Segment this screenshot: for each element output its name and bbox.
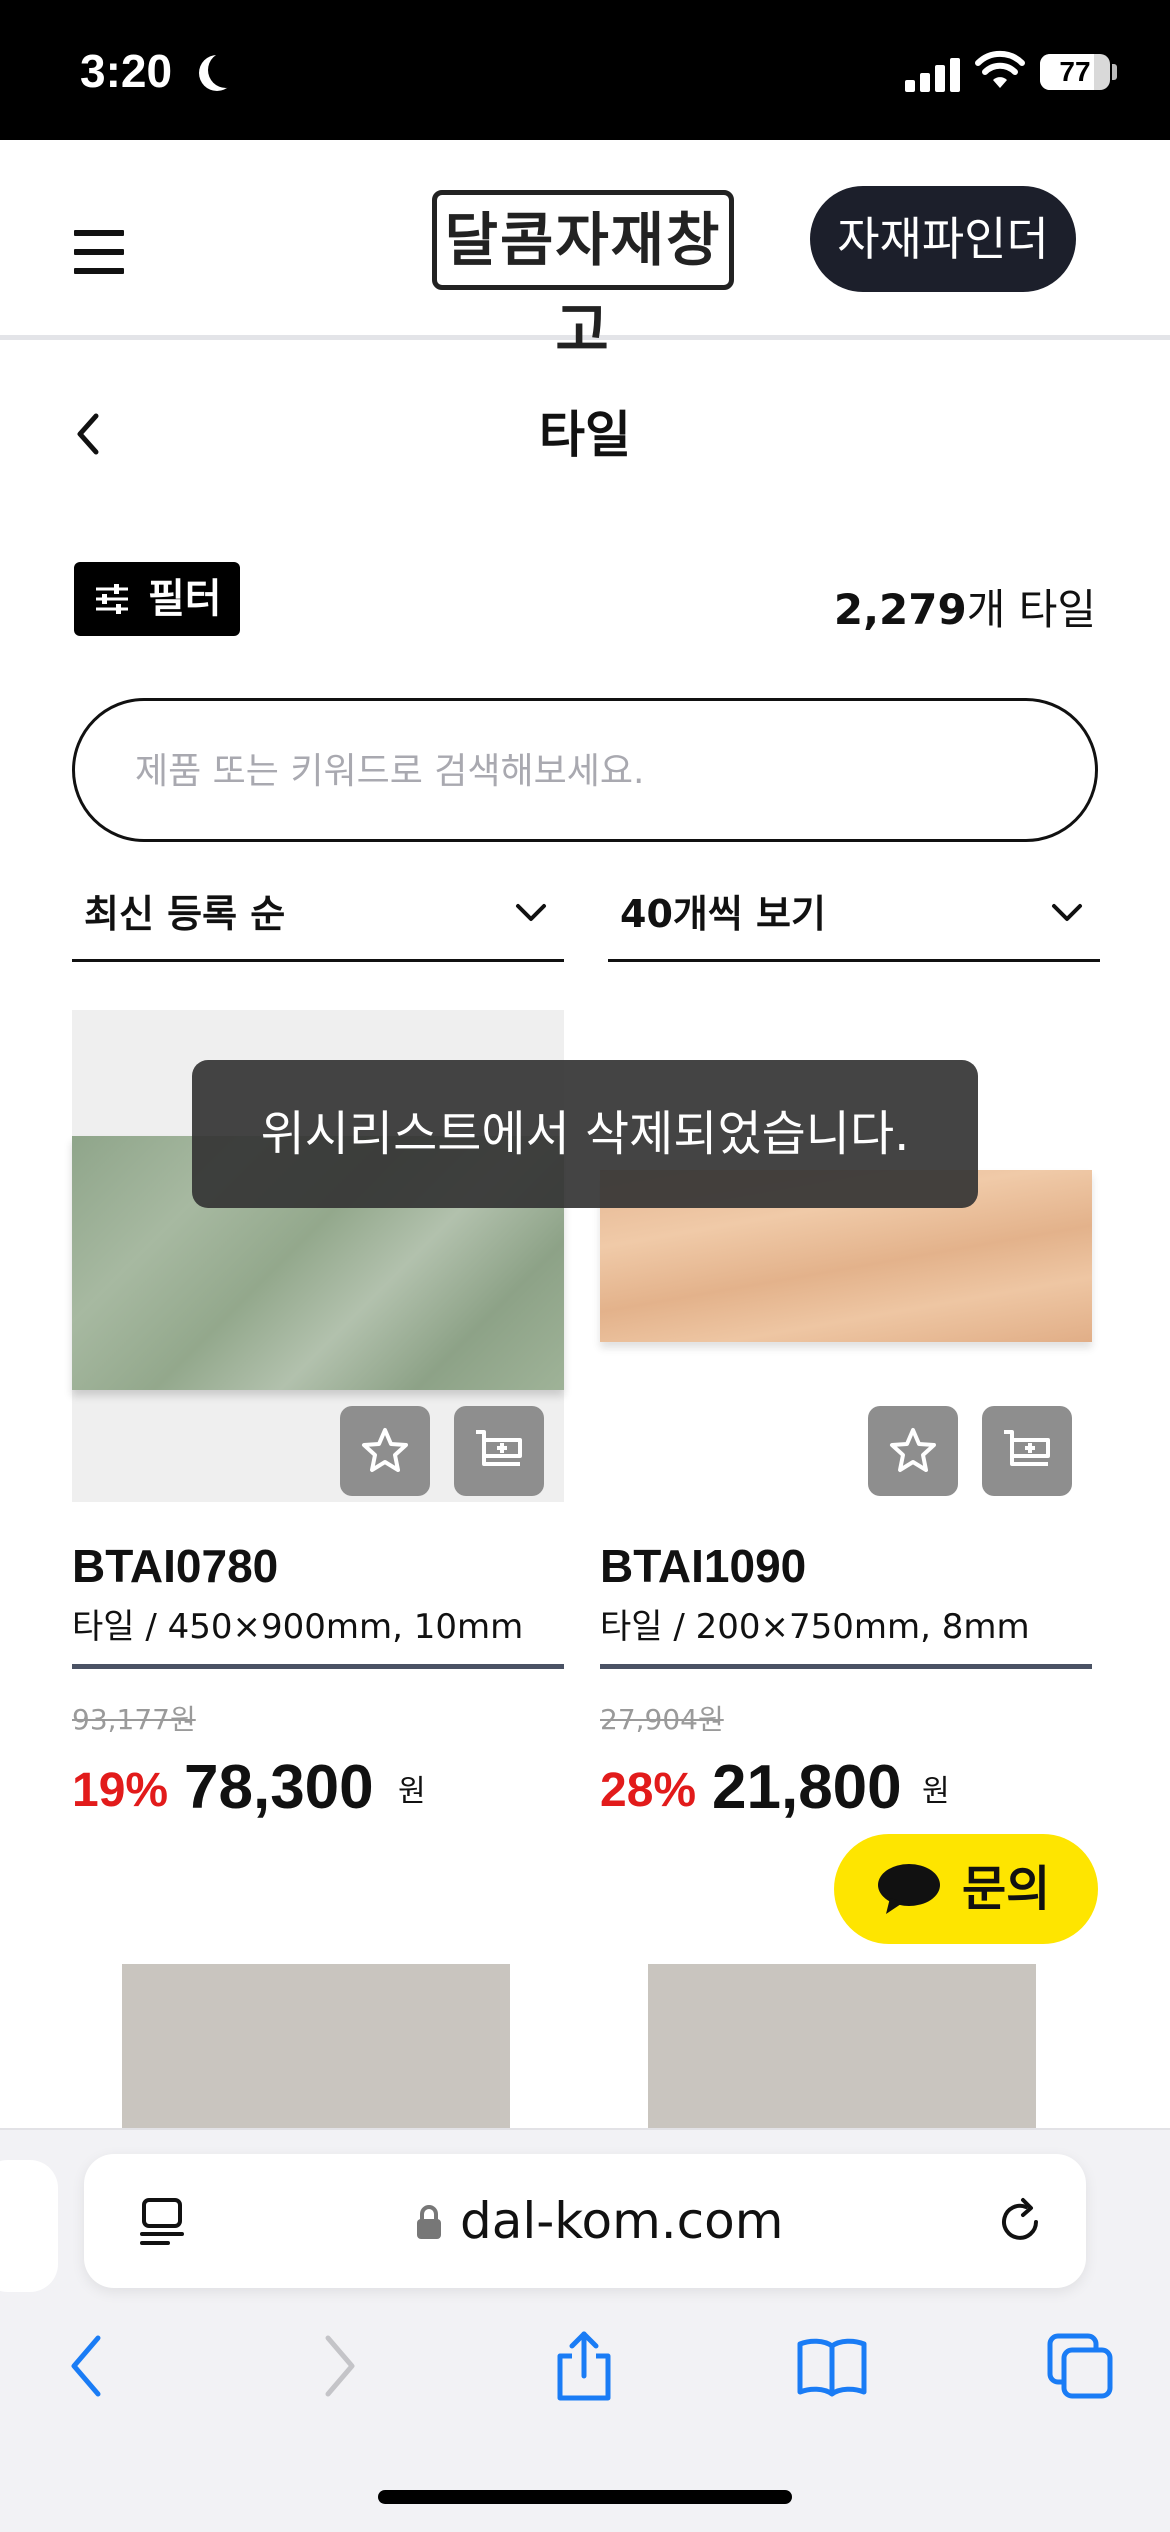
bookmarks-icon[interactable] — [796, 2330, 868, 2402]
original-price: 27,904원 — [600, 1703, 724, 1736]
previous-tab-peek[interactable] — [0, 2160, 58, 2292]
product-spec: 타일 / 450×900mm, 10mm — [72, 1607, 524, 1647]
battery-level: 77 — [1059, 56, 1091, 87]
add-to-cart-icon — [476, 1430, 522, 1466]
battery-icon: 77 — [1040, 54, 1110, 90]
chat-bubble-icon — [878, 1864, 940, 1914]
product-spec: 타일 / 200×750mm, 8mm — [600, 1607, 1030, 1647]
battery-tip — [1112, 64, 1117, 80]
wishlist-button[interactable] — [868, 1406, 958, 1496]
site-header: 달콤자재창고 자재파인더 — [0, 140, 1170, 364]
product-name[interactable]: BTAI0780 — [72, 1536, 278, 1596]
share-icon[interactable] — [548, 2330, 620, 2402]
home-indicator[interactable] — [378, 2490, 792, 2504]
wifi-icon — [975, 50, 1025, 88]
star-icon — [362, 1428, 408, 1472]
result-count-suffix: 개 타일 — [966, 585, 1096, 634]
per-page-select[interactable]: 40개씩 보기 — [608, 880, 1100, 962]
kakao-label: 문의 — [962, 1861, 1051, 1917]
site-logo[interactable]: 달콤자재창고 — [432, 190, 734, 364]
toast-message: 위시리스트에서 삭제되었습니다. — [192, 1060, 978, 1208]
filter-button[interactable]: 필터 — [74, 562, 240, 636]
search-box — [72, 698, 1098, 842]
kakao-inquiry-button[interactable]: 문의 — [834, 1834, 1098, 1944]
back-arrow-icon[interactable] — [52, 2330, 124, 2402]
status-bar: 3:20 77 — [0, 0, 1170, 140]
product-image[interactable] — [122, 1964, 510, 2134]
status-time: 3:20 — [80, 45, 173, 97]
page-title: 타일 — [539, 406, 631, 464]
cellular-signal-icon — [905, 56, 961, 92]
original-price: 93,177원 — [72, 1703, 196, 1736]
moon-icon — [208, 52, 244, 88]
filter-sliders-icon — [96, 584, 128, 614]
tabs-icon[interactable] — [1044, 2330, 1116, 2402]
material-finder-button[interactable]: 자재파인더 — [810, 186, 1076, 292]
result-count-number: 2,279 — [833, 585, 967, 634]
url-text: dal-kom.com — [460, 2192, 784, 2250]
wishlist-button[interactable] — [340, 1406, 430, 1496]
reload-icon[interactable] — [994, 2196, 1046, 2248]
star-icon — [890, 1428, 936, 1472]
hamburger-menu-icon[interactable] — [74, 230, 124, 274]
sort-selected: 최신 등록 순 — [84, 892, 286, 936]
add-to-cart-button[interactable] — [982, 1406, 1072, 1496]
discount-rate: 19% — [72, 1764, 169, 1817]
product-image[interactable] — [648, 1964, 1036, 2134]
sale-price: 78,300 — [184, 1753, 374, 1822]
discount-rate: 28% — [600, 1764, 697, 1817]
address-bar[interactable]: dal-kom.com — [84, 2154, 1086, 2288]
filter-label: 필터 — [148, 576, 222, 622]
sort-select[interactable]: 최신 등록 순 — [72, 880, 564, 962]
product-name[interactable]: BTAI1090 — [600, 1536, 806, 1596]
per-page-selected: 40개씩 보기 — [620, 892, 826, 936]
logo-text: 달콤자재창고 — [444, 206, 722, 364]
currency-unit: 원 — [922, 1774, 950, 1809]
result-count: 2,279개 타일 — [834, 580, 1096, 640]
search-input[interactable] — [135, 731, 1035, 811]
lock-icon — [417, 2205, 441, 2239]
chevron-down-icon — [1052, 904, 1082, 921]
currency-unit: 원 — [398, 1774, 426, 1809]
reader-icon[interactable] — [138, 2196, 186, 2248]
forward-arrow-icon[interactable] — [302, 2330, 374, 2402]
add-to-cart-button[interactable] — [454, 1406, 544, 1496]
sale-price: 21,800 — [712, 1753, 902, 1822]
chevron-down-icon — [516, 904, 546, 921]
divider — [600, 1664, 1092, 1669]
browser-toolbar: dal-kom.com — [0, 2128, 1170, 2532]
divider — [72, 1664, 564, 1669]
add-to-cart-icon — [1004, 1430, 1050, 1466]
